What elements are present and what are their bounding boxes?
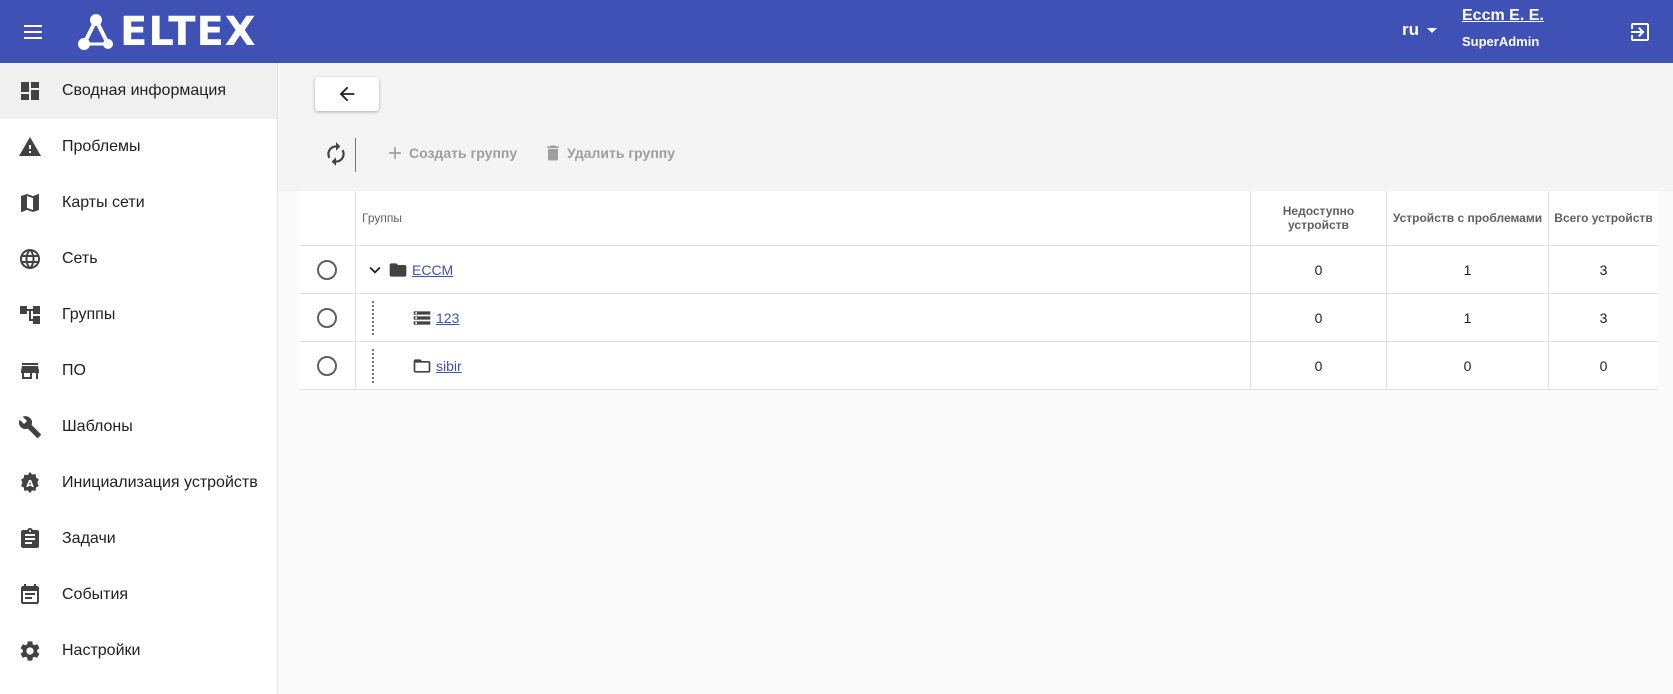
user-info: Eccm E. E. SuperAdmin <box>1462 7 1544 49</box>
back-button[interactable] <box>315 77 379 111</box>
sidebar-item-events[interactable]: События <box>0 567 277 623</box>
row-total: 3 <box>1599 309 1608 326</box>
logo-mark-icon <box>78 14 113 50</box>
sidebar-item-problems[interactable]: Проблемы <box>0 119 277 175</box>
sidebar-item-groups[interactable]: Группы <box>0 287 277 343</box>
group-link[interactable]: 123 <box>436 310 459 326</box>
sidebar-item-software[interactable]: ПО <box>0 343 277 399</box>
sidebar-item-network[interactable]: Сеть <box>0 231 277 287</box>
row-select-cell <box>299 342 356 389</box>
table-header-row: Группы Недоступно устройств Устройств с … <box>299 191 1658 246</box>
sidebar-item-label: Задачи <box>62 530 116 547</box>
sidebar-item-label: Группы <box>62 306 116 323</box>
clipboard-icon <box>18 527 42 551</box>
header-problems[interactable]: Устройств с проблемами <box>1387 191 1549 245</box>
row-name-cell: ECCM <box>356 246 1251 293</box>
sidebar-item-templates[interactable]: Шаблоны <box>0 399 277 455</box>
row-unavailable: 0 <box>1251 342 1387 389</box>
refresh-icon[interactable] <box>323 141 349 167</box>
header-groups[interactable]: Группы <box>356 191 1251 245</box>
delete-group-label: Удалить группу <box>567 145 676 161</box>
toolbar-divider <box>355 138 356 172</box>
sidebar-item-label: Сводная информация <box>62 82 226 99</box>
row-problems: 0 <box>1387 342 1549 389</box>
sidebar-item-label: События <box>62 586 129 603</box>
sidebar-item-label: Сеть <box>62 250 98 267</box>
sidebar-item-label: Шаблоны <box>62 418 133 435</box>
row-select-cell <box>299 246 356 293</box>
user-name-link[interactable]: Eccm E. E. <box>1462 7 1544 25</box>
row-total: 0 <box>1599 357 1608 374</box>
toolbar-area <box>279 63 1673 191</box>
row-problems: 1 <box>1387 294 1549 341</box>
row-name-cell: 123 <box>356 294 1251 341</box>
header-total[interactable]: Всего устройств <box>1549 191 1658 245</box>
groups-table: Группы Недоступно устройств Устройств с … <box>299 191 1658 390</box>
sidebar-item-label: Инициализация устройств <box>62 474 258 491</box>
sidebar-item-summary[interactable]: Сводная информация <box>0 63 277 119</box>
header-select-cell <box>299 191 356 245</box>
tree-connector <box>372 300 374 335</box>
svg-text:A: A <box>26 479 34 490</box>
language-select[interactable]: ru <box>1402 20 1437 40</box>
table-row: ECCM 0 1 3 <box>299 246 1658 294</box>
create-group-label: Создать группу <box>409 145 518 161</box>
table-row: sibir 0 0 0 <box>299 342 1658 390</box>
row-unavailable: 0 <box>1251 294 1387 341</box>
header-unavailable[interactable]: Недоступно устройств <box>1251 191 1387 245</box>
group-link[interactable]: sibir <box>436 358 462 374</box>
logo-text: ELTEX <box>120 9 257 55</box>
folder-outline-icon <box>413 358 431 373</box>
server-list-icon <box>413 310 431 325</box>
globe-icon <box>18 247 42 271</box>
app-header: ELTEX ru Eccm E. E. SuperAdmin <box>0 0 1673 63</box>
sidebar-item-label: ПО <box>62 362 86 379</box>
row-radio[interactable] <box>317 307 337 328</box>
map-icon <box>18 191 42 215</box>
table-row: 123 0 1 3 <box>299 294 1658 342</box>
calendar-icon <box>18 583 42 607</box>
delete-group-button[interactable]: Удалить группу <box>543 143 675 163</box>
sidebar-item-label: Карты сети <box>62 194 145 211</box>
sidebar-item-label: Проблемы <box>62 138 141 155</box>
row-select-cell <box>299 294 356 341</box>
create-group-button[interactable]: Создать группу <box>385 143 517 163</box>
gear-icon <box>18 639 42 663</box>
logout-icon[interactable] <box>1628 20 1652 44</box>
trash-icon <box>547 145 559 161</box>
hamburger-menu-icon[interactable] <box>20 19 48 45</box>
arrow-left-icon <box>339 86 355 102</box>
user-role: SuperAdmin <box>1462 34 1540 49</box>
eltex-logo: ELTEX <box>76 10 257 54</box>
init-badge-icon: A <box>18 471 42 495</box>
row-problems: 1 <box>1387 246 1549 293</box>
store-icon <box>18 359 42 383</box>
dashboard-icon <box>18 79 42 103</box>
sidebar-item-tasks[interactable]: Задачи <box>0 511 277 567</box>
sidebar-item-settings[interactable]: Настройки <box>0 623 277 679</box>
chevron-down-icon[interactable] <box>364 259 386 281</box>
row-total: 3 <box>1599 261 1608 278</box>
tree-connector <box>372 348 374 383</box>
caret-down-icon <box>1427 27 1437 33</box>
row-name-cell: sibir <box>356 342 1251 389</box>
sidebar: Сводная информация Проблемы Карты сети С… <box>0 63 278 694</box>
folder-filled-icon <box>389 262 407 277</box>
main-content: Создать группу Удалить группу Группы Нед… <box>279 63 1673 694</box>
sidebar-item-network-maps[interactable]: Карты сети <box>0 175 277 231</box>
warning-icon <box>18 135 42 159</box>
group-link[interactable]: ECCM <box>412 262 453 278</box>
plus-icon <box>389 147 401 159</box>
groups-tree-icon <box>18 303 42 327</box>
row-radio[interactable] <box>317 259 337 280</box>
row-unavailable: 0 <box>1251 246 1387 293</box>
language-value: ru <box>1402 20 1419 39</box>
sidebar-item-device-init[interactable]: A Инициализация устройств <box>0 455 277 511</box>
row-radio[interactable] <box>317 355 337 376</box>
wrench-icon <box>18 415 42 439</box>
sidebar-item-label: Настройки <box>62 642 141 659</box>
